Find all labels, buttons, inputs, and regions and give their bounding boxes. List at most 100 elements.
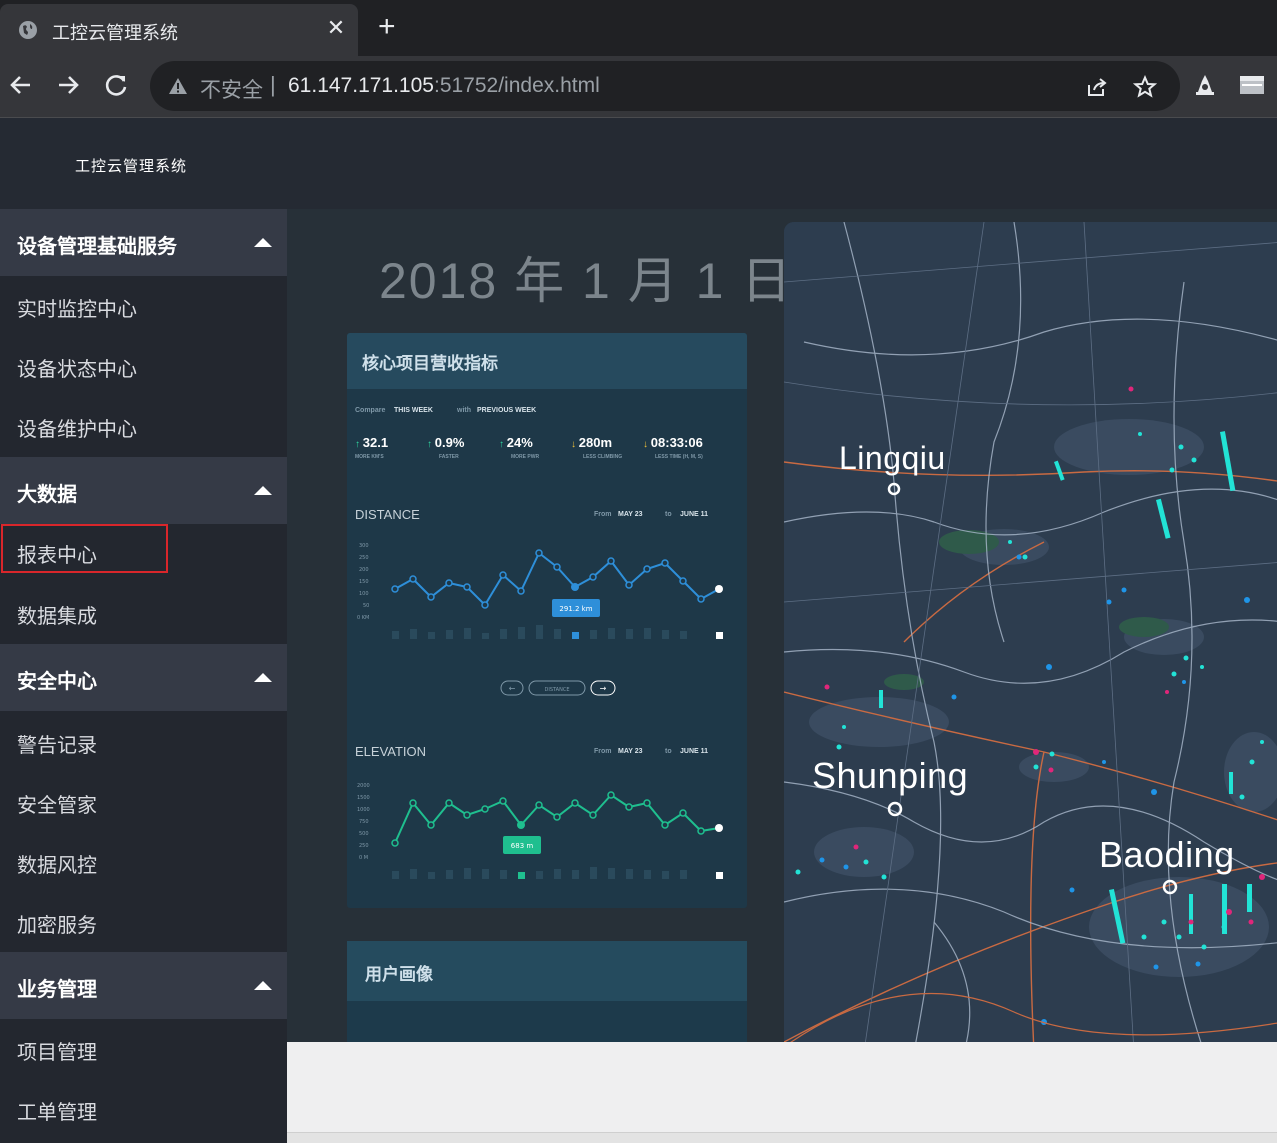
elevation-point-selected (517, 821, 525, 829)
stat-caption: FASTER (439, 454, 459, 460)
forward-icon[interactable] (53, 70, 83, 100)
with-label: with (457, 407, 471, 414)
sidebar-item-alert-records[interactable]: 警告记录 (0, 712, 287, 772)
distance-point-selected (571, 583, 579, 591)
sidebar-group-business-management[interactable]: 业务管理 (0, 952, 287, 1019)
arrow-down-icon: ↓ (643, 439, 651, 450)
dashboard-image: 2018 年 1 月 1 日 核心项目营收指标 Compare THIS WEE… (287, 209, 1277, 1042)
to-label: to (665, 748, 672, 755)
app-header: 工控云管理系统 (0, 118, 1277, 209)
group-label: 大数据 (17, 484, 77, 506)
caret-up-icon (254, 486, 272, 495)
stat-power: ↑ 24% (499, 435, 533, 450)
url-separator: | (270, 72, 276, 97)
sidebar-item-label: 数据集成 (17, 606, 97, 628)
horizontal-scrollbar[interactable] (287, 1132, 1277, 1143)
sidebar-item-security-steward[interactable]: 安全管家 (0, 772, 287, 832)
from-label: From (594, 511, 612, 518)
arrow-up-icon: ↑ (355, 439, 363, 450)
sidebar-item-label: 警告记录 (17, 735, 97, 757)
sidebar-item-device-status[interactable]: 设备状态中心 (0, 336, 287, 396)
city-label-lingqiu: Lingqiu (839, 440, 946, 476)
y-tick: 50 (363, 603, 369, 609)
sidebar-item-label: 工单管理 (17, 1102, 97, 1124)
caret-up-icon (254, 673, 272, 682)
elevation-point-latest (715, 824, 723, 832)
sidebar-group-big-data[interactable]: 大数据 (0, 457, 287, 524)
stat-value: 0.9% (434, 435, 465, 450)
browser-tab-strip: 工控云管理系统 ✕ + (0, 0, 1277, 56)
y-tick: 2000 (357, 783, 370, 789)
browser-tab[interactable]: 工控云管理系统 ✕ (0, 4, 358, 56)
sidebar-item-data-risk-control[interactable]: 数据风控 (0, 832, 287, 892)
stat-time: ↓ 08:33:06 (643, 435, 703, 450)
new-tab-button[interactable]: + (378, 12, 396, 42)
globe-icon (19, 21, 37, 39)
stat-value: 32.1 (362, 435, 389, 450)
y-tick: 1500 (357, 795, 370, 801)
share-icon[interactable] (1085, 75, 1109, 99)
revenue-card-title: 核心项目营收指标 (362, 354, 498, 373)
from-label: From (594, 748, 612, 755)
range-from: MAY 23 (618, 511, 643, 518)
sidebar-item-label: 数据风控 (17, 855, 97, 877)
stat-climbing: ↓ 280m (571, 435, 612, 450)
dashboard-date: 2018 年 1 月 1 日 (379, 253, 794, 309)
user-profile-card: 用户画像 (347, 941, 747, 1042)
sidebar-group-security-center[interactable]: 安全中心 (0, 644, 287, 711)
extension-icon[interactable] (1192, 72, 1218, 98)
sidebar-item-device-maintenance[interactable]: 设备维护中心 (0, 396, 287, 456)
bookmark-star-icon[interactable] (1133, 75, 1157, 99)
city-label-shunping: Shunping (812, 755, 969, 796)
caret-up-icon (254, 238, 272, 247)
tab-title: 工控云管理系统 (52, 23, 178, 43)
y-tick: 300 (359, 543, 369, 549)
y-tick: 150 (359, 579, 369, 585)
distance-point-latest (715, 585, 723, 593)
user-profile-card-title: 用户画像 (365, 965, 433, 984)
sidebar-group-device-management[interactable]: 设备管理基础服务 (0, 209, 287, 276)
distance-bars (392, 625, 687, 639)
y-tick: 250 (359, 843, 369, 849)
sidebar-item-data-integration[interactable]: 数据集成 (0, 583, 287, 643)
stat-caption: MORE PWR (511, 454, 540, 460)
distance-chart: 300 250 200 150 100 50 0 KM 291.2 km ← D… (357, 543, 723, 696)
revenue-card-header: 核心项目营收指标 (347, 333, 747, 389)
arrow-up-icon: ↑ (427, 439, 435, 450)
distance-bar-selected (572, 632, 579, 639)
stat-caption: LESS TIME (H, M, S) (655, 454, 703, 460)
warning-icon[interactable] (168, 76, 188, 96)
url-text[interactable]: 61.147.171.105:51752/index.html (288, 74, 600, 98)
stat-value: 24% (506, 435, 533, 450)
sidebar-item-realtime-monitoring[interactable]: 实时监控中心 (0, 276, 287, 336)
sidebar-item-report-center[interactable]: 报表中心 (0, 522, 287, 582)
sidebar-item-project-management[interactable]: 项目管理 (0, 1019, 287, 1079)
app-title: 工控云管理系统 (75, 158, 188, 175)
y-tick: 0 KM (357, 615, 369, 621)
sidebar-item-label: 设备维护中心 (17, 419, 137, 441)
arrow-down-icon: ↓ (571, 439, 579, 450)
sidebar-item-encryption-service[interactable]: 加密服务 (0, 892, 287, 952)
group-label: 安全中心 (17, 671, 97, 693)
sidebar-item-label: 设备状态中心 (17, 359, 137, 381)
window-icon[interactable] (1239, 72, 1265, 98)
elevation-bars (392, 867, 687, 879)
sidebar-item-label: 报表中心 (17, 545, 97, 567)
stat-km: ↑ 32.1 (355, 435, 388, 450)
security-status[interactable]: 不安全 (200, 74, 263, 104)
stat-value: 280m (578, 435, 613, 450)
elevation-points (391, 791, 705, 847)
address-bar[interactable]: 不安全 | 61.147.171.105:51752/index.html (150, 61, 1180, 111)
sidebar-item-work-order-management[interactable]: 工单管理 (0, 1079, 287, 1139)
distance-label: DISTANCE (355, 507, 420, 522)
elevation-tooltip-text: 683 m (511, 842, 534, 850)
url-host: 61.147.171.105 (288, 74, 434, 97)
pager-prev-icon: ← (509, 684, 516, 693)
pager-next-icon: → (600, 684, 607, 693)
back-icon[interactable] (6, 70, 36, 100)
range-to: JUNE 11 (680, 748, 709, 755)
stat-faster: ↑ 0.9% (427, 435, 464, 450)
close-tab-icon[interactable]: ✕ (325, 16, 347, 40)
reload-icon[interactable] (101, 70, 131, 100)
revenue-card: 核心项目营收指标 Compare THIS WEEK with PREVIOUS… (347, 333, 747, 908)
